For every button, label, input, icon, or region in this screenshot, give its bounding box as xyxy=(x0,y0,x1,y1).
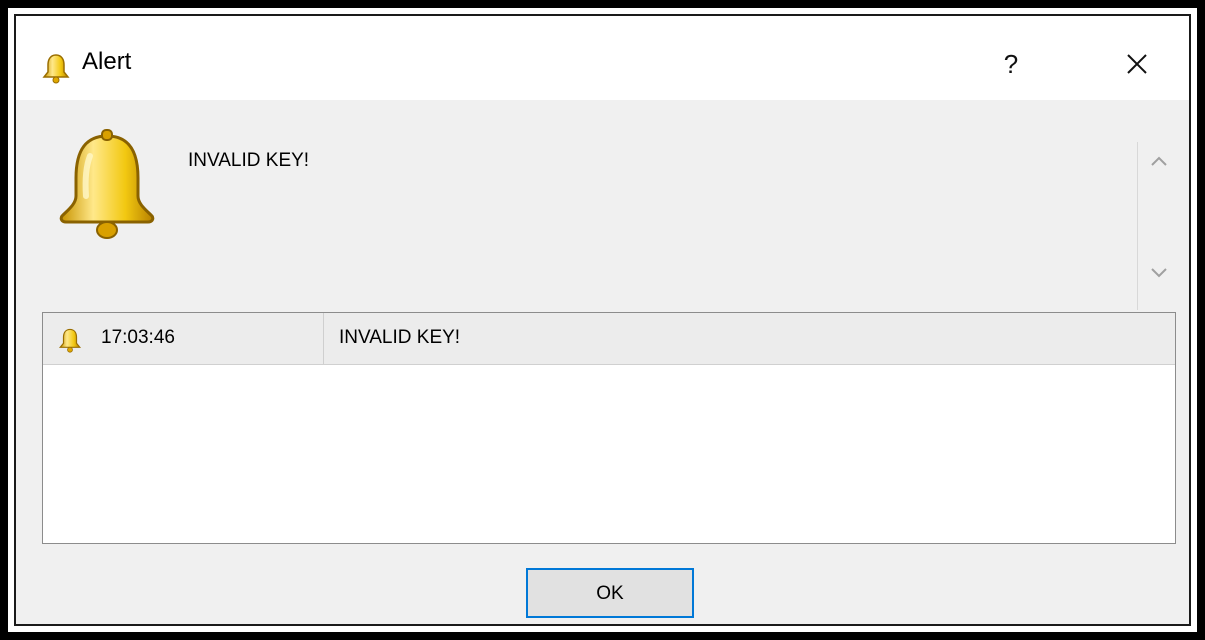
help-button[interactable]: ? xyxy=(976,36,1046,92)
chevron-down-icon[interactable] xyxy=(1150,266,1168,280)
bell-icon xyxy=(57,327,83,353)
bell-icon xyxy=(52,126,162,244)
log-message: INVALID KEY! xyxy=(339,327,461,348)
list-item[interactable]: 17:03:46 INVALID KEY! xyxy=(43,313,1175,365)
alert-message: INVALID KEY! xyxy=(188,150,310,171)
window-title: Alert xyxy=(82,48,132,75)
close-icon xyxy=(1102,54,1172,96)
ok-button[interactable]: OK xyxy=(526,568,694,618)
chevron-up-icon[interactable] xyxy=(1150,154,1168,168)
column-divider xyxy=(323,313,324,364)
log-time: 17:03:46 xyxy=(101,327,175,348)
close-button[interactable] xyxy=(1102,36,1172,92)
alert-log-list[interactable]: 17:03:46 INVALID KEY! xyxy=(42,312,1176,544)
bell-icon xyxy=(40,52,72,84)
title-bar: Alert ? xyxy=(16,16,1189,100)
message-scrollbar[interactable] xyxy=(1137,142,1178,310)
alert-dialog: Alert ? INVALID KEY! 17:03:46 INVALID KE… xyxy=(14,14,1191,626)
